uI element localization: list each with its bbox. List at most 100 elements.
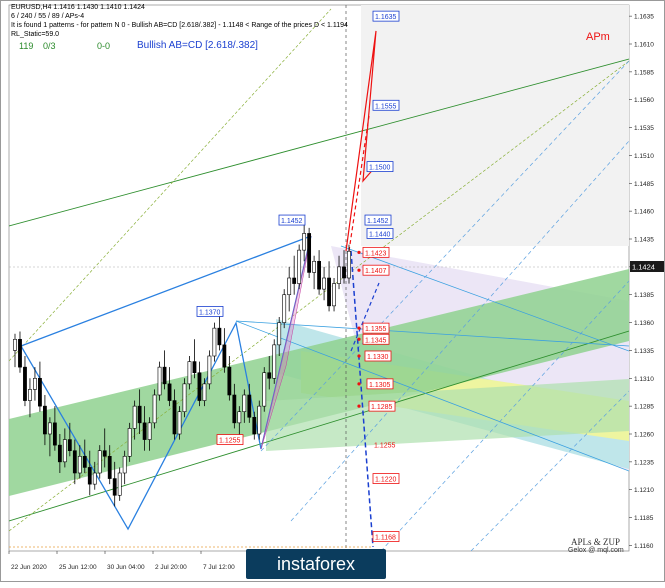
price-tick-label: 1.1385 [634,292,654,299]
credit-2: Gelox @ mql.com [568,547,624,554]
price-tick-label: 1.1360 [634,320,654,327]
price-tick-label: 1.1285 [634,404,654,411]
candle-body [97,450,102,474]
candle-body [342,266,346,279]
candle-body [327,277,331,307]
price-chart: 1.1635 1.1610 1.1585 1.1560 1.1535 1.1510 1.14… [8,4,664,571]
price-tick-label: 1.1160 [634,543,654,550]
price-tick-label: 1.1585 [634,69,654,76]
candle-body [127,428,132,457]
candle-body [192,361,197,374]
count-c: 0-0 [97,41,111,51]
apm-label: APm [586,31,610,43]
candle-body [282,294,287,323]
red-level-label: 1.1407 [365,268,387,275]
time-tick-label: 2 Jul 20:00 [155,564,187,571]
price-tick-label: 1.1560 [634,97,654,104]
price-tick-label: 1.1235 [634,459,654,466]
candle-body [252,416,257,435]
candle-body [182,383,187,413]
candle-body [212,327,217,357]
candle-body [117,472,122,496]
candle-body [33,377,37,390]
blue-level-label: 1.1370 [199,309,221,316]
candle-body [207,355,212,385]
price-tick-label: 1.1635 [634,14,654,21]
candle-body [257,405,262,435]
count-b: 0/3 [43,41,56,51]
candle-body [197,372,202,401]
candle-body [112,478,117,496]
candle-body [92,472,97,485]
candle-body [222,344,227,368]
candle-body [152,394,157,424]
blue-level-label: 1.1500 [369,165,391,172]
candle-body [347,250,351,279]
candle-body [307,233,312,273]
candle-body [302,233,307,251]
price-axis: 1.1635 1.1610 1.1585 1.1560 1.1535 1.1510 1.14… [629,14,654,550]
static-line: RL_Static=59.0 [11,31,60,38]
level-dot [357,326,361,330]
candle-body [292,277,297,284]
red-level-label: 1.1305 [369,382,391,389]
candle-body [102,450,107,457]
candle-body [247,394,252,418]
blue-level-label: 1.1635 [375,14,397,21]
red-level-label: 1.1355 [365,326,387,333]
red-level-label: 1.1285 [371,404,393,411]
blue-level-label: 1.1452 [281,218,303,225]
level-dot [357,268,361,272]
time-tick-label: 7 Jul 12:00 [203,564,235,571]
plain-level-label: 1.1255 [374,443,396,450]
candle-body [67,439,72,452]
candle-body [167,383,172,401]
candle-body [337,266,341,284]
chart-window: 1.1635 1.1610 1.1585 1.1560 1.1535 1.1510 1.14… [0,0,665,582]
time-tick-label: 25 Jun 12:00 [59,564,97,571]
candle-body [297,249,302,284]
price-tick-label: 1.1335 [634,348,654,355]
pattern-name: Bullish AB=CD [2.618/.382] [137,40,258,51]
price-tick-label: 1.1435 [634,237,654,244]
candle-body [242,394,247,413]
candle-body [23,366,27,401]
candle-body [172,400,177,435]
candle-body [18,338,22,368]
candle-body [277,322,282,346]
candle-body [38,377,42,407]
candle-body [177,411,182,435]
time-tick-label: 22 Jun 2020 [11,564,47,571]
red-level-label: 1.1168 [375,535,396,542]
price-tick-label: 1.1460 [634,209,654,216]
blue-level-label: 1.1440 [369,231,391,238]
candle-body [287,277,292,296]
candle-body [72,450,77,474]
red-level-label: 1.1423 [365,250,387,257]
red-level-label: 1.1330 [367,354,389,361]
candle-body [62,439,67,463]
price-tick-label: 1.1610 [634,42,654,49]
watermark-logo: instaforex [246,549,386,579]
level-dot [357,382,361,386]
candle-body [162,366,167,385]
price-tick-label: 1.1210 [634,487,654,494]
pattern-line: It is found 1 patterns - for pattern N 0… [11,22,348,29]
candle-body [122,455,127,474]
current-price-text: 1.1424 [632,263,655,272]
price-tick-label: 1.1485 [634,181,654,188]
candle-body [43,405,47,435]
candle-body [142,422,147,440]
count-a: 119 [19,41,34,51]
symbol-line: EURUSD,H4 1.1416 1.1430 1.1410 1.1424 [11,4,145,11]
candle-body [232,394,237,424]
candle-body [312,260,317,273]
credit-1: APLs & ZUP [571,537,621,547]
candle-body [157,366,162,396]
price-tick-label: 1.1535 [634,125,654,132]
candle-body [217,327,222,346]
price-tick-label: 1.1510 [634,153,654,160]
level-dot [357,250,361,254]
candle-body [227,366,232,396]
candle-body [202,383,207,401]
